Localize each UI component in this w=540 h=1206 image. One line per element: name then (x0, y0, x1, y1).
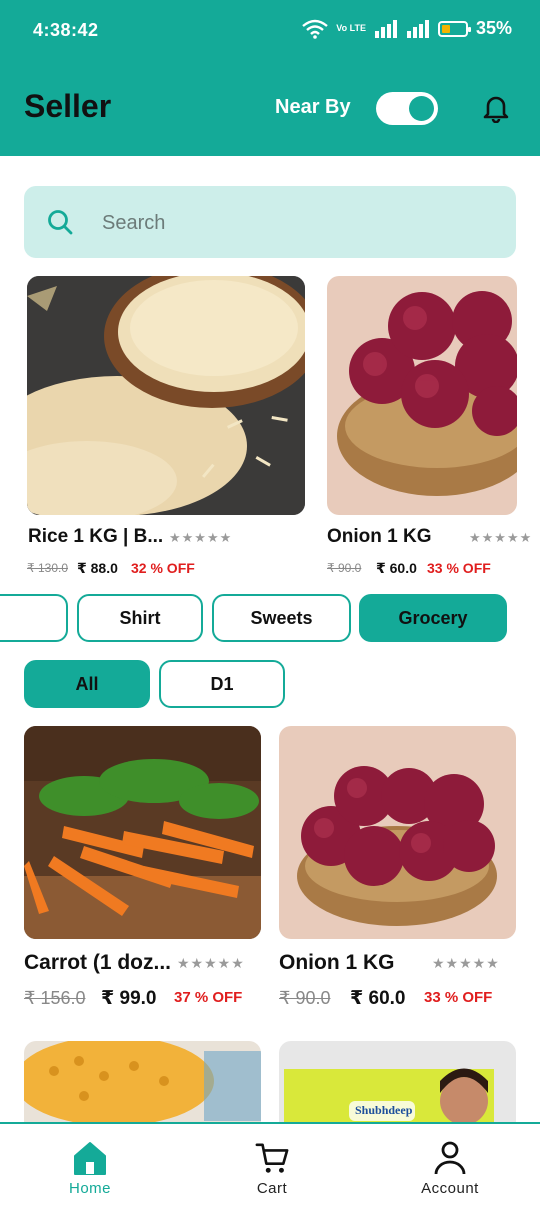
carrot-image (24, 726, 261, 939)
category-chip-sweets[interactable]: Sweets (212, 594, 351, 642)
bottom-navigation: Home Cart Account (0, 1122, 540, 1206)
discount-label: 32 % OFF (131, 560, 195, 576)
nav-account-label: Account (421, 1180, 479, 1197)
onion-image (327, 276, 517, 515)
discount-label: 37 % OFF (174, 989, 243, 1006)
subcategory-chips[interactable]: All D1 (0, 660, 540, 708)
volte-indicator: Vo LTE (336, 23, 366, 33)
search-input[interactable] (102, 208, 492, 238)
price: ₹ 99.0 (101, 988, 157, 1009)
old-price: ₹ 90.0 (327, 561, 362, 575)
rating-stars: ★★★★★ (177, 955, 245, 971)
subcategory-chip-all[interactable]: All (24, 660, 150, 708)
search-bar[interactable] (24, 186, 516, 258)
toggle-knob (409, 96, 434, 121)
category-chip-shirt[interactable]: Shirt (77, 594, 203, 642)
nav-cart[interactable]: Cart (212, 1140, 332, 1200)
rating-stars: ★★★★★ (432, 955, 500, 971)
nav-home-label: Home (68, 1180, 111, 1197)
nearby-label: Near By (275, 96, 351, 118)
product-card-onion[interactable]: Onion 1 KG ★★★★★ ₹ 90.0 ₹ 60.0 33 % OFF (279, 726, 516, 1009)
rice-image (27, 276, 305, 515)
battery-percent: 35% (475, 18, 512, 38)
onion-image (279, 726, 516, 939)
app-header: 4:38:42 Vo LTE 35% Seller Near By (0, 0, 540, 156)
featured-name: Rice 1 KG | B... (28, 526, 164, 547)
product-brand-label: Shubhdeep (355, 1103, 413, 1117)
status-bar: 4:38:42 Vo LTE 35% (0, 0, 540, 62)
wifi-icon (302, 19, 329, 39)
featured-card-onion[interactable]: Onion 1 KG ★★★★★ ₹ 90.0 ₹ 60.0 33 % OFF (327, 276, 531, 576)
home-icon (74, 1142, 106, 1175)
cart-icon (255, 1143, 289, 1173)
old-price: ₹ 90.0 (279, 988, 331, 1008)
featured-name: Onion 1 KG (327, 526, 432, 547)
rating-stars: ★★★★★ (169, 530, 233, 545)
price: ₹ 60.0 (350, 988, 406, 1009)
category-chip-partial[interactable] (0, 594, 68, 642)
product-name: Onion 1 KG (279, 951, 395, 974)
seller-screen: 4:38:42 Vo LTE 35% Seller Near By Search… (0, 0, 540, 1206)
featured-carousel[interactable]: Rice 1 KG | B... ★★★★★ ₹ 130.0 ₹ 88.0 32… (0, 276, 540, 586)
status-icons: Vo LTE 35% (302, 18, 512, 39)
price: ₹ 60.0 (376, 560, 417, 576)
signal-icon-2 (406, 19, 429, 38)
featured-card-rice[interactable]: Rice 1 KG | B... ★★★★★ ₹ 130.0 ₹ 88.0 32… (27, 276, 305, 576)
product-name: Carrot (1 doz... (24, 951, 172, 974)
nav-cart-label: Cart (256, 1180, 288, 1197)
bell-icon[interactable] (482, 93, 510, 123)
old-price: ₹ 130.0 (27, 561, 68, 575)
search-icon (48, 210, 73, 235)
battery-icon (437, 20, 471, 37)
nav-account[interactable]: Account (390, 1140, 510, 1200)
discount-label: 33 % OFF (424, 989, 493, 1006)
battery-fill (441, 24, 450, 33)
category-chip-grocery[interactable]: Grocery (359, 594, 507, 642)
old-price: ₹ 156.0 (24, 988, 86, 1008)
discount-label: 33 % OFF (427, 560, 491, 576)
category-chips[interactable]: Shirt Sweets Grocery (0, 594, 540, 642)
nearby-toggle[interactable] (376, 92, 438, 125)
status-time: 4:38:42 (33, 20, 99, 40)
page-title: Seller (24, 88, 112, 124)
account-icon (434, 1141, 466, 1175)
price: ₹ 88.0 (77, 560, 118, 576)
nav-home[interactable]: Home (30, 1140, 150, 1200)
subcategory-chip-d1[interactable]: D1 (159, 660, 285, 708)
rating-stars: ★★★★★ (469, 530, 533, 545)
product-card-carrot[interactable]: Carrot (1 doz... ★★★★★ ₹ 156.0 ₹ 99.0 37… (24, 726, 261, 1009)
signal-icon (374, 19, 397, 38)
